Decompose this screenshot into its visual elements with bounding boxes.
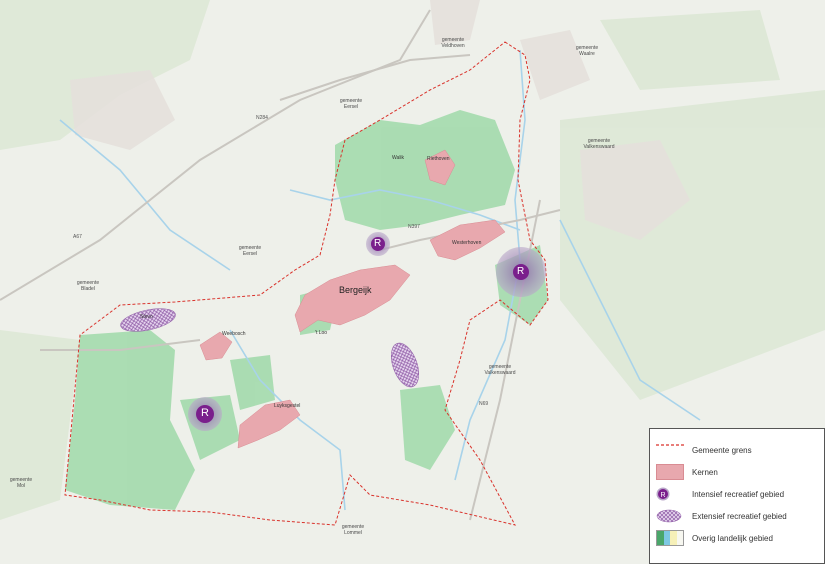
intensive-marker-letter: R [201, 407, 209, 419]
town-label-weebosch: Weebosch [222, 331, 246, 337]
intensive-marker-letter: R [374, 238, 382, 249]
legend-label-boundary: Gemeente grens [692, 445, 752, 455]
legend-label-cores: Kernen [692, 467, 718, 477]
legend-item-rural: Overig landelijk gebied [656, 530, 773, 546]
label-eersel-north: gemeente Eersel [339, 98, 363, 110]
extensive-swatch-icon [656, 509, 684, 523]
town-label-westerhoven: Westerhoven [452, 240, 482, 246]
label-valkenswaard-east: gemeente Valkenswaard [583, 138, 615, 150]
intensive-marker-letter: R [517, 266, 525, 277]
intensive-marker-icon: R [656, 487, 684, 501]
map-canvas[interactable]: R R R gemeente Veldhoven gemeente Waalre… [0, 0, 825, 564]
legend-label-intensive: Intensief recreatief gebied [692, 489, 785, 499]
legend-marker-letter: R [660, 492, 665, 499]
legend-item-boundary: Gemeente grens [656, 443, 752, 457]
label-veldhoven: gemeente Veldhoven [441, 37, 465, 49]
legend-item-intensive: R Intensief recreatief gebied [656, 487, 784, 501]
town-label-stevo: Stevo [140, 314, 153, 320]
road-label-n397: N397 [408, 224, 420, 230]
legend-item-extensive: Extensief recreatief gebied [656, 509, 787, 523]
label-eersel-mid: gemeente Eersel [238, 245, 262, 257]
legend-label-extensive: Extensief recreatief gebied [692, 511, 787, 521]
map-legend: Gemeente grens Kernen R Intensief recrea… [649, 428, 825, 564]
road-label-n284: N284 [256, 115, 268, 121]
legend-label-rural: Overig landelijk gebied [692, 533, 773, 543]
label-lommel: gemeente Lommel [341, 524, 365, 536]
town-label-bergeijk: Bergeijk [339, 285, 372, 295]
core-swatch-icon [656, 464, 684, 480]
town-label-t-loo: 't Loo [315, 330, 328, 336]
town-label-luyksgestel: Luyksgestel [274, 403, 301, 409]
rural-swatch-icon [656, 530, 684, 546]
label-valkenswaard-south: gemeente Valkenswaard [484, 364, 516, 376]
label-bladel: gemeente Bladel [76, 280, 100, 292]
legend-item-cores: Kernen [656, 464, 718, 480]
label-waalre: gemeente Waalre [575, 45, 599, 57]
town-label-riethoven: Riethoven [427, 156, 450, 162]
road-label-a67: A67 [73, 234, 82, 240]
boundary-line-icon [656, 443, 684, 457]
town-label-walik: Walik [392, 155, 405, 161]
road-label-n69: N69 [479, 401, 489, 407]
label-mol: gemeente Mol [9, 477, 33, 489]
